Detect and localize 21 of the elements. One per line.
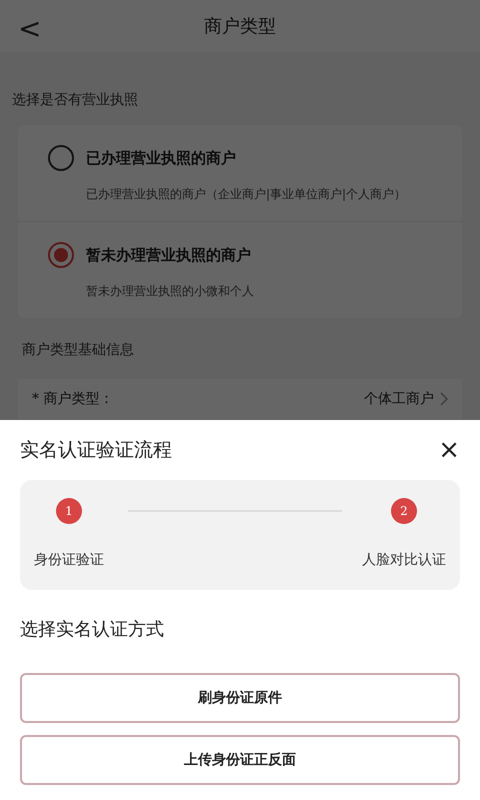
radio-button[interactable] [48,145,74,171]
method-button[interactable]: 刷身份证原件 [20,673,460,723]
section-label: 选择实名认证方式 [20,618,165,642]
page-title: 商户类型 [204,14,276,38]
method-button[interactable]: 上传身份证正反面 [20,735,460,785]
option-title: 暂未办理营业执照的商户 [86,244,251,266]
step-label: 人脸对比认证 [362,551,446,570]
section-label: 选择是否有营业执照 [11,91,139,110]
step-number: 1 [56,498,82,524]
option-title: 已办理营业执照的商户 [86,148,236,169]
close-button[interactable]: × [438,437,460,463]
field-value: 个体工商户 [364,390,434,408]
section-label: 商户类型基础信息 [21,341,135,360]
sheet-title: 实名认证验证流程 [20,438,172,463]
field-label: * 商户类型： [32,390,114,408]
radio-button[interactable] [48,242,74,268]
option-description: 暂未办理营业执照的小微和个人 [85,283,255,300]
option-description: 已办理营业执照的商户（企业商户|事业单位商户|个人商户） [85,186,408,203]
step-number: 2 [391,498,417,524]
step-label: 身份证验证 [34,551,104,570]
chevron-right-icon [440,392,448,406]
